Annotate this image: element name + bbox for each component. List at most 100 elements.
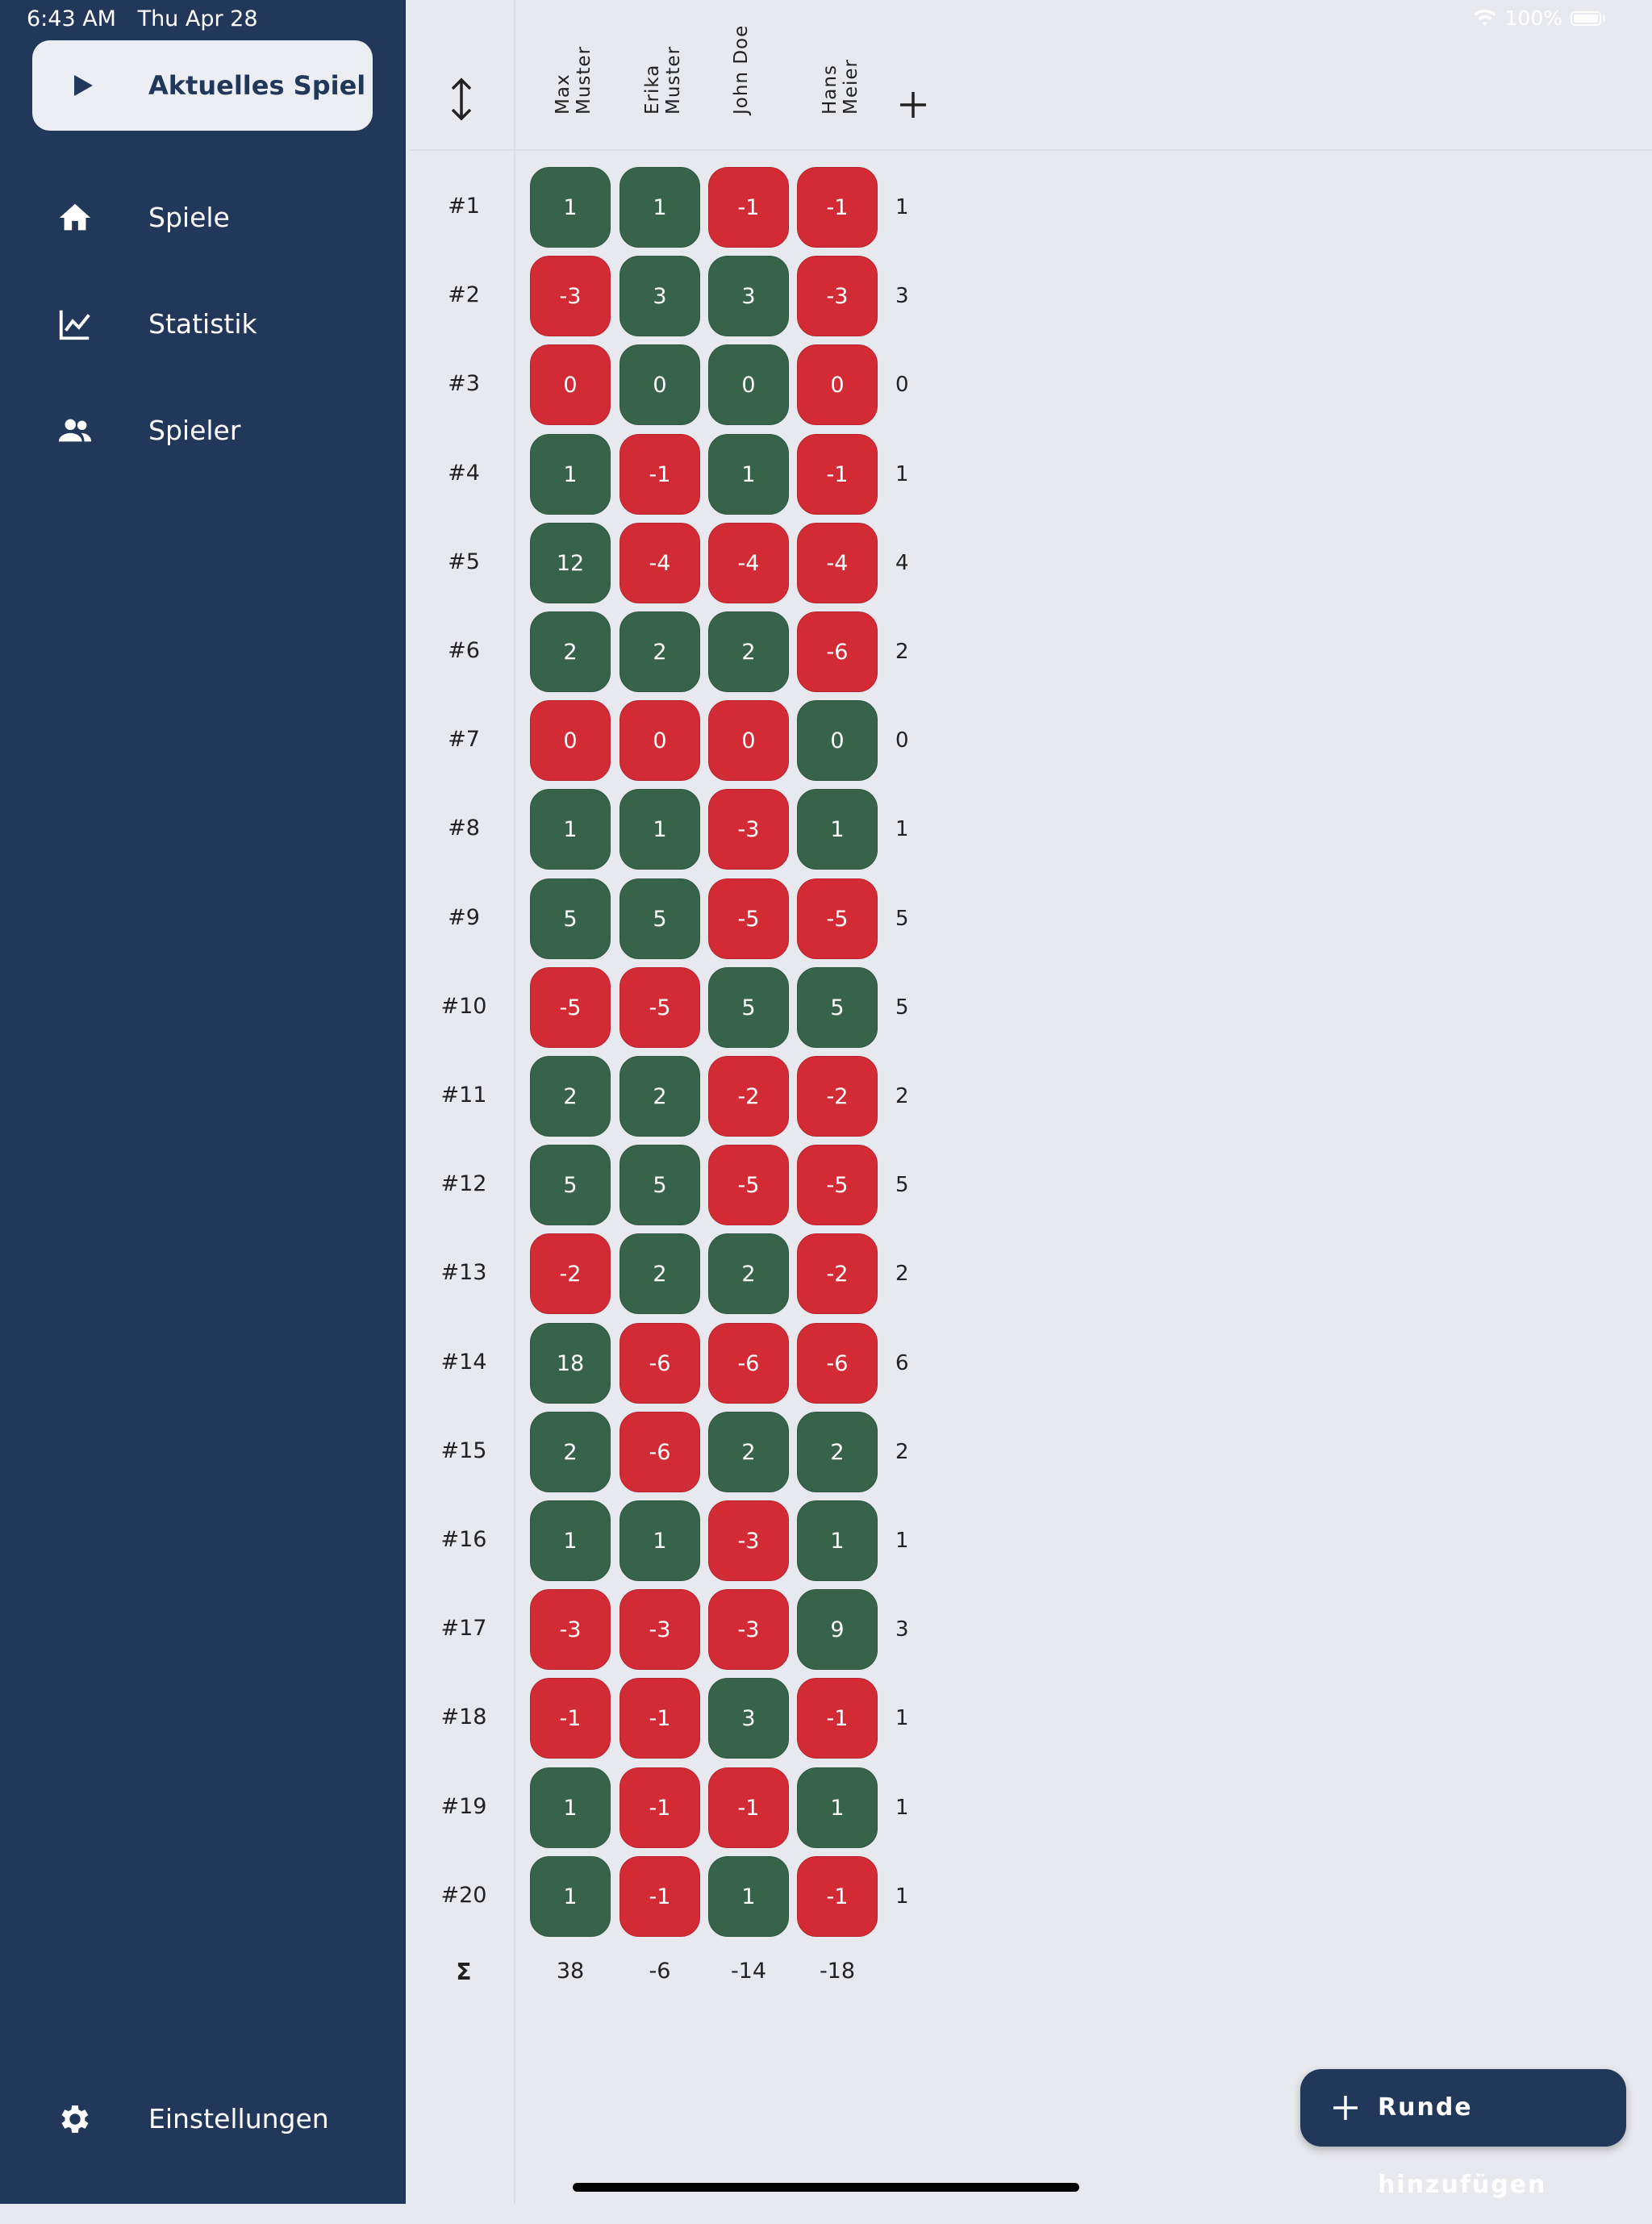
score-cell[interactable]: -2 bbox=[797, 1056, 878, 1137]
sidebar-item-spiele[interactable]: Spiele bbox=[32, 182, 373, 254]
score-cell[interactable]: -1 bbox=[620, 1856, 700, 1937]
score-cell[interactable]: -6 bbox=[620, 1412, 700, 1492]
score-cell[interactable]: 3 bbox=[708, 256, 789, 336]
sidebar-item-einstellungen[interactable]: Einstellungen bbox=[32, 2083, 373, 2155]
score-cell[interactable]: -3 bbox=[797, 256, 878, 336]
score-cell[interactable]: 1 bbox=[708, 1856, 789, 1937]
score-cell[interactable]: -4 bbox=[708, 523, 789, 603]
score-cell[interactable]: -1 bbox=[797, 1856, 878, 1937]
round-label[interactable]: #7 bbox=[419, 727, 508, 752]
sort-icon[interactable] bbox=[445, 77, 478, 122]
score-cell[interactable]: 1 bbox=[530, 434, 611, 515]
round-label[interactable]: #18 bbox=[419, 1705, 508, 1730]
score-cell[interactable]: 1 bbox=[797, 1500, 878, 1581]
score-cell[interactable]: -6 bbox=[708, 1323, 789, 1404]
score-cell[interactable]: 0 bbox=[530, 344, 611, 425]
round-label[interactable]: #3 bbox=[419, 371, 508, 396]
score-cell[interactable]: -6 bbox=[797, 611, 878, 692]
round-label[interactable]: #11 bbox=[419, 1083, 508, 1108]
score-cell[interactable]: 5 bbox=[530, 1145, 611, 1225]
score-cell[interactable]: -5 bbox=[708, 1145, 789, 1225]
round-label[interactable]: #1 bbox=[419, 194, 508, 219]
score-cell[interactable]: 0 bbox=[620, 700, 700, 781]
score-cell[interactable]: -5 bbox=[708, 878, 789, 959]
score-cell[interactable]: -1 bbox=[530, 1678, 611, 1759]
score-cell[interactable]: 2 bbox=[708, 1412, 789, 1492]
score-cell[interactable]: 1 bbox=[530, 1856, 611, 1937]
score-cell[interactable]: 1 bbox=[620, 789, 700, 870]
round-label[interactable]: #15 bbox=[419, 1438, 508, 1463]
score-cell[interactable]: 2 bbox=[797, 1412, 878, 1492]
score-cell[interactable]: 1 bbox=[530, 789, 611, 870]
score-cell[interactable]: -5 bbox=[797, 1145, 878, 1225]
score-cell[interactable]: 1 bbox=[797, 1767, 878, 1848]
score-cell[interactable]: 2 bbox=[530, 1412, 611, 1492]
round-label[interactable]: #10 bbox=[419, 994, 508, 1019]
score-cell[interactable]: 2 bbox=[620, 1233, 700, 1314]
score-cell[interactable]: 5 bbox=[620, 878, 700, 959]
round-label[interactable]: #6 bbox=[419, 638, 508, 663]
score-cell[interactable]: -2 bbox=[708, 1056, 789, 1137]
score-cell[interactable]: -3 bbox=[530, 256, 611, 336]
score-cell[interactable]: -1 bbox=[620, 1678, 700, 1759]
score-cell[interactable]: -2 bbox=[530, 1233, 611, 1314]
score-cell[interactable]: -3 bbox=[708, 1589, 789, 1670]
add-player-icon[interactable] bbox=[897, 89, 929, 121]
score-cell[interactable]: 0 bbox=[797, 344, 878, 425]
score-cell[interactable]: 2 bbox=[620, 1056, 700, 1137]
score-cell[interactable]: 2 bbox=[708, 611, 789, 692]
score-cell[interactable]: -2 bbox=[797, 1233, 878, 1314]
round-label[interactable]: #8 bbox=[419, 816, 508, 841]
current-game-button[interactable]: Aktuelles Spiel bbox=[32, 40, 373, 131]
score-cell[interactable]: -3 bbox=[708, 789, 789, 870]
score-cell[interactable]: 3 bbox=[620, 256, 700, 336]
score-cell[interactable]: -1 bbox=[620, 1767, 700, 1848]
score-cell[interactable]: 2 bbox=[708, 1233, 789, 1314]
sidebar-item-statistik[interactable]: Statistik bbox=[32, 288, 373, 361]
round-label[interactable]: #20 bbox=[419, 1883, 508, 1908]
score-cell[interactable]: 1 bbox=[620, 167, 700, 248]
score-cell[interactable]: 5 bbox=[620, 1145, 700, 1225]
round-label[interactable]: #9 bbox=[419, 905, 508, 930]
score-cell[interactable]: 3 bbox=[708, 1678, 789, 1759]
score-cell[interactable]: 1 bbox=[530, 1767, 611, 1848]
score-cell[interactable]: 5 bbox=[797, 967, 878, 1048]
score-cell[interactable]: -5 bbox=[530, 967, 611, 1048]
round-label[interactable]: #5 bbox=[419, 549, 508, 574]
score-cell[interactable]: -1 bbox=[708, 167, 789, 248]
score-cell[interactable]: -5 bbox=[620, 967, 700, 1048]
score-cell[interactable]: 1 bbox=[530, 1500, 611, 1581]
round-label[interactable]: #14 bbox=[419, 1350, 508, 1375]
score-cell[interactable]: 0 bbox=[530, 700, 611, 781]
score-cell[interactable]: 5 bbox=[708, 967, 789, 1048]
score-cell[interactable]: -1 bbox=[620, 434, 700, 515]
score-cell[interactable]: 0 bbox=[797, 700, 878, 781]
score-cell[interactable]: 2 bbox=[620, 611, 700, 692]
score-cell[interactable]: 1 bbox=[797, 789, 878, 870]
round-label[interactable]: #17 bbox=[419, 1616, 508, 1641]
score-cell[interactable]: -4 bbox=[620, 523, 700, 603]
sidebar-item-spieler[interactable]: Spieler bbox=[32, 394, 373, 467]
score-cell[interactable]: 1 bbox=[620, 1500, 700, 1581]
score-cell[interactable]: 0 bbox=[708, 700, 789, 781]
score-cell[interactable]: 18 bbox=[530, 1323, 611, 1404]
score-cell[interactable]: -1 bbox=[797, 167, 878, 248]
score-cell[interactable]: -3 bbox=[708, 1500, 789, 1581]
round-label[interactable]: #13 bbox=[419, 1260, 508, 1285]
score-cell[interactable]: -6 bbox=[620, 1323, 700, 1404]
round-label[interactable]: #19 bbox=[419, 1794, 508, 1819]
score-cell[interactable]: -4 bbox=[797, 523, 878, 603]
score-cell[interactable]: -1 bbox=[708, 1767, 789, 1848]
round-label[interactable]: #2 bbox=[419, 282, 508, 307]
score-cell[interactable]: 9 bbox=[797, 1589, 878, 1670]
score-cell[interactable]: -6 bbox=[797, 1323, 878, 1404]
round-label[interactable]: #16 bbox=[419, 1527, 508, 1552]
score-cell[interactable]: 1 bbox=[708, 434, 789, 515]
score-cell[interactable]: 0 bbox=[708, 344, 789, 425]
score-cell[interactable]: 5 bbox=[530, 878, 611, 959]
round-label[interactable]: #4 bbox=[419, 461, 508, 486]
round-label[interactable]: #12 bbox=[419, 1171, 508, 1196]
score-cell[interactable]: -1 bbox=[797, 434, 878, 515]
score-cell[interactable]: 2 bbox=[530, 1056, 611, 1137]
score-cell[interactable]: -5 bbox=[797, 878, 878, 959]
